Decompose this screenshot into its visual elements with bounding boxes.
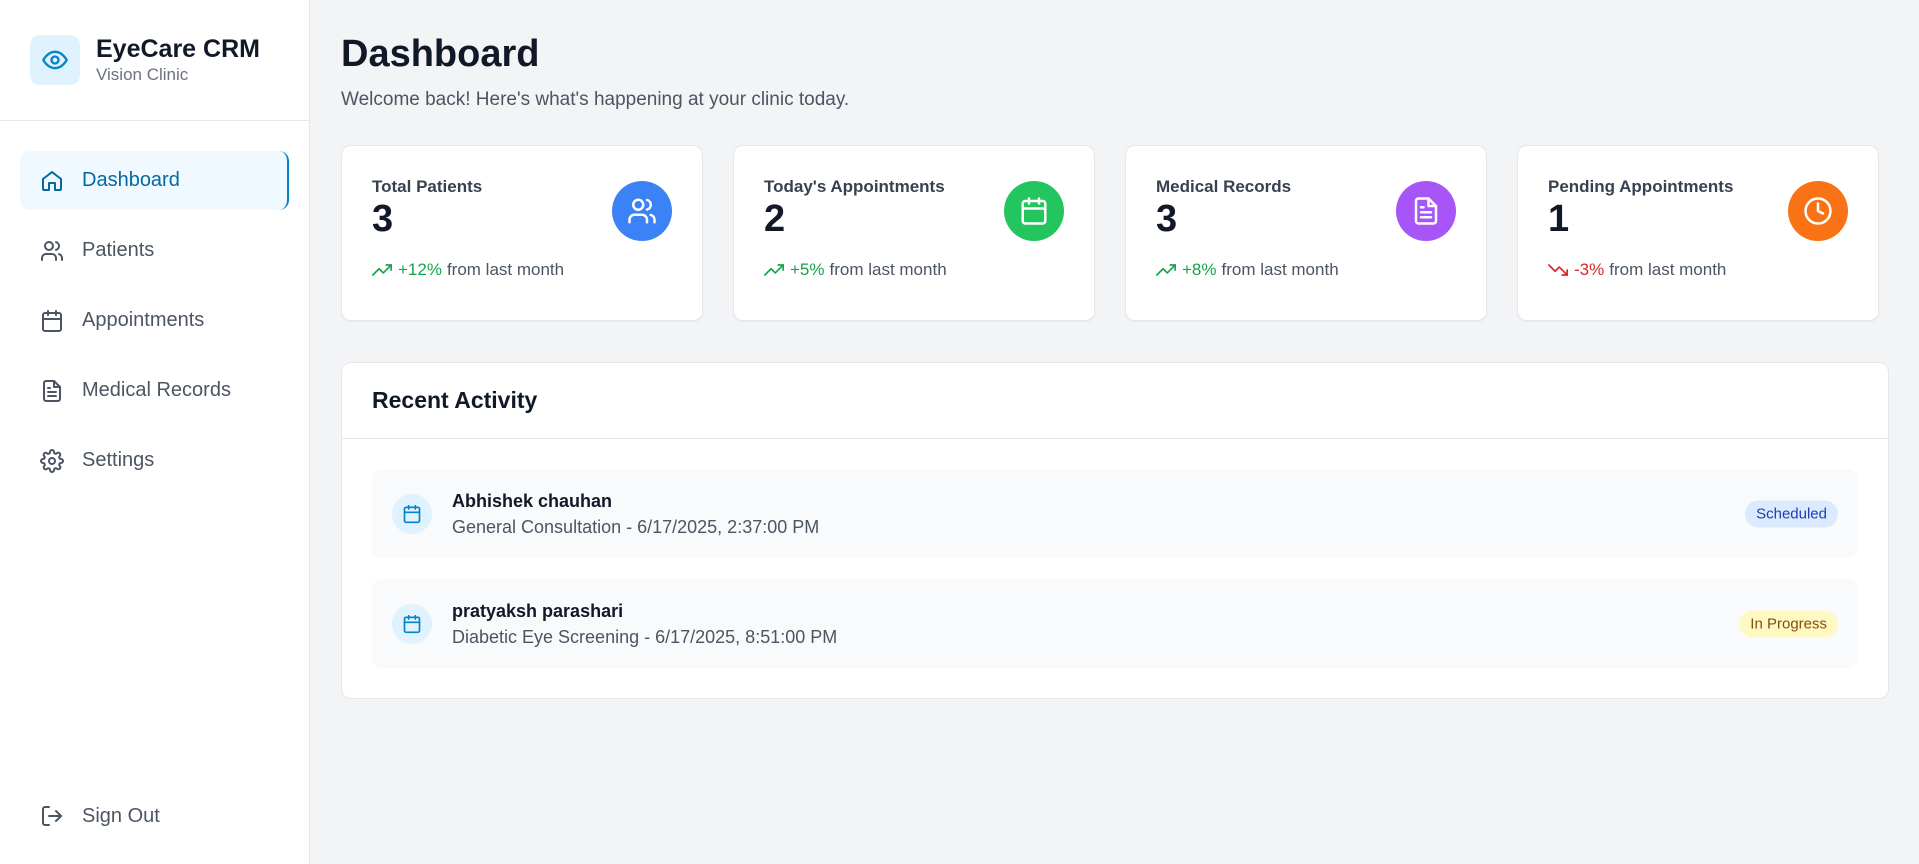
activity-patient-name: Abhishek chauhan	[452, 490, 613, 511]
calendar-icon	[40, 309, 64, 333]
eye-icon	[30, 35, 80, 85]
clock-icon	[1788, 181, 1848, 241]
users-icon	[40, 239, 64, 263]
stats-row: Total Patients 3 +12% from last month To…	[341, 145, 1889, 321]
app-root: EyeCare CRM Vision Clinic Dashboard Pati…	[0, 0, 1919, 864]
calendar-icon	[1004, 181, 1064, 241]
stat-trend: -3% from last month	[1548, 260, 1848, 280]
trending-down-icon	[1548, 260, 1568, 280]
stat-card-todays-appointments: Today's Appointments 2 +5% from last mon…	[733, 145, 1095, 321]
log-out-icon	[40, 804, 64, 828]
stat-change-suffix: from last month	[1221, 260, 1339, 279]
gear-icon	[40, 448, 64, 473]
status-badge: Scheduled	[1745, 500, 1838, 527]
stat-card-medical-records: Medical Records 3 +8% from last month	[1125, 145, 1487, 321]
calendar-icon	[392, 603, 432, 644]
sign-out-button[interactable]: Sign Out	[20, 790, 289, 842]
activity-detail: General Consultation - 6/17/2025, 2:37:0…	[452, 516, 820, 537]
sidebar-item-label: Patients	[82, 239, 155, 261]
activity-patient-name: pratyaksh parashari	[452, 600, 624, 621]
stat-change-suffix: from last month	[1609, 260, 1727, 279]
sidebar-item-medical-records[interactable]: Medical Records	[20, 361, 289, 420]
list-item[interactable]: pratyaksh parashari Diabetic Eye Screeni…	[372, 579, 1858, 668]
recent-activity-title: Recent Activity	[342, 363, 1888, 439]
status-badge: In Progress	[1739, 610, 1838, 637]
sidebar-item-label: Dashboard	[82, 169, 180, 191]
sidebar-item-appointments[interactable]: Appointments	[20, 291, 289, 350]
page-title: Dashboard	[341, 33, 540, 75]
stat-change-suffix: from last month	[829, 260, 947, 279]
stat-change: -3%	[1574, 260, 1605, 279]
sidebar-item-label: Appointments	[82, 309, 205, 331]
brand-title: EyeCare CRM	[96, 35, 260, 63]
sidebar-nav: Dashboard Patients Appointments Medical …	[0, 121, 309, 501]
sidebar-item-patients[interactable]: Patients	[20, 221, 289, 280]
stat-trend: +8% from last month	[1156, 260, 1456, 280]
sign-out-label: Sign Out	[82, 804, 160, 827]
stat-change: +12%	[398, 260, 442, 279]
trending-up-icon	[764, 260, 784, 280]
activity-list: Abhishek chauhan General Consultation - …	[342, 439, 1888, 668]
list-item[interactable]: Abhishek chauhan General Consultation - …	[372, 469, 1858, 558]
activity-detail: Diabetic Eye Screening - 6/17/2025, 8:51…	[452, 626, 838, 647]
sidebar-item-settings[interactable]: Settings	[20, 431, 289, 490]
main-content: Dashboard Welcome back! Here's what's ha…	[310, 0, 1919, 864]
file-text-icon	[1396, 181, 1456, 241]
sidebar-item-dashboard[interactable]: Dashboard	[20, 151, 289, 210]
trending-up-icon	[372, 260, 392, 280]
stat-change: +8%	[1182, 260, 1217, 279]
recent-activity-panel: Recent Activity Abhishek chauhan General…	[341, 362, 1889, 699]
calendar-icon	[392, 493, 432, 534]
sidebar: EyeCare CRM Vision Clinic Dashboard Pati…	[0, 0, 310, 864]
sidebar-item-label: Medical Records	[82, 379, 231, 401]
brand-subtitle: Vision Clinic	[96, 65, 189, 84]
stat-trend: +5% from last month	[764, 260, 1064, 280]
users-icon	[612, 181, 672, 241]
trending-up-icon	[1156, 260, 1176, 280]
page-subtitle: Welcome back! Here's what's happening at…	[341, 89, 850, 110]
stat-card-total-patients: Total Patients 3 +12% from last month	[341, 145, 703, 321]
home-icon	[40, 169, 64, 193]
brand: EyeCare CRM Vision Clinic	[0, 0, 309, 121]
stat-trend: +12% from last month	[372, 260, 672, 280]
sidebar-item-label: Settings	[82, 449, 155, 471]
stat-change: +5%	[790, 260, 825, 279]
file-text-icon	[40, 379, 64, 403]
stat-change-suffix: from last month	[446, 260, 565, 279]
stat-card-pending-appointments: Pending Appointments 1 -3% from last mon…	[1517, 145, 1879, 321]
